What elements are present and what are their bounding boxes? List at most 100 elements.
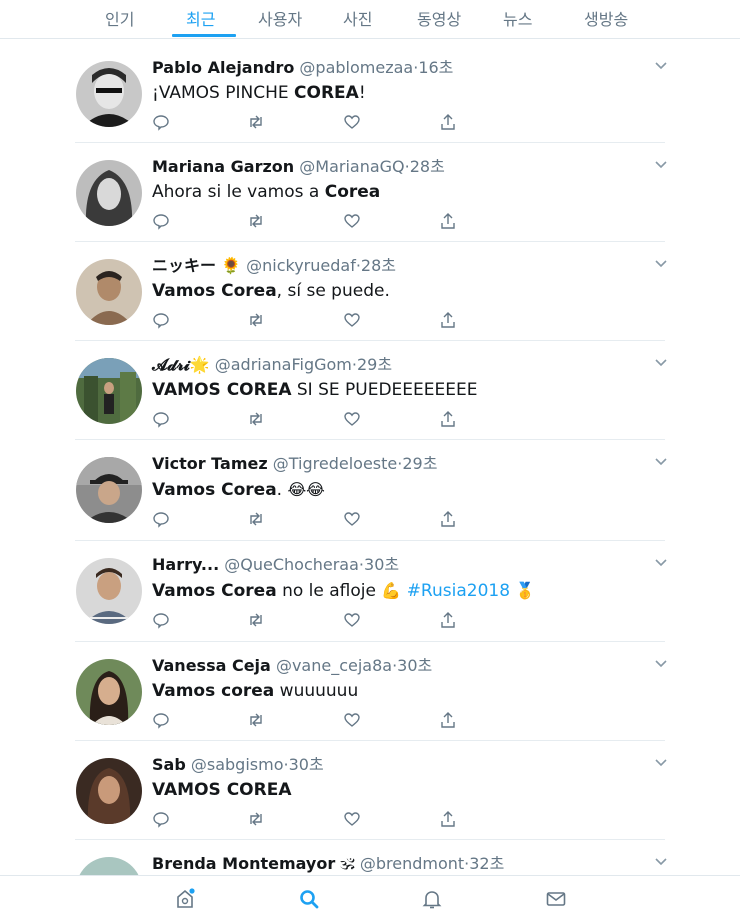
retweet-icon[interactable] (247, 212, 265, 230)
reply-icon[interactable] (152, 311, 170, 329)
reply-icon[interactable] (152, 611, 170, 629)
timestamp[interactable]: 32초 (469, 854, 504, 873)
handle[interactable]: @adrianaFigGom (215, 355, 352, 374)
tweet-text: VAMOS COREA SI SE PUEDEEEEEEEE (152, 380, 478, 400)
tab-news[interactable]: 뉴스 (503, 6, 532, 30)
display-name[interactable]: Victor Tamez (152, 454, 268, 473)
chevron-down-icon[interactable] (654, 456, 668, 466)
messages-envelope-icon[interactable] (544, 887, 568, 911)
handle[interactable]: @QueChocheraa (224, 555, 359, 574)
like-heart-icon[interactable] (343, 510, 361, 528)
like-heart-icon[interactable] (343, 212, 361, 230)
tweet[interactable]: Pablo Alejandro @pablomezaa·16초 ¡VAMOS P… (0, 44, 740, 143)
display-name[interactable]: Harry... (152, 555, 219, 574)
reply-icon[interactable] (152, 810, 170, 828)
glowing-star-emoji: 🌟 (189, 355, 210, 374)
chevron-down-icon[interactable] (654, 159, 668, 169)
tab-people[interactable]: 사용자 (258, 6, 302, 30)
reply-icon[interactable] (152, 711, 170, 729)
reply-icon[interactable] (152, 113, 170, 131)
tweet-actions (0, 311, 740, 331)
chevron-down-icon[interactable] (654, 658, 668, 668)
display-name[interactable]: ニッキー (152, 256, 216, 275)
tweet[interactable]: Mariana Garzon @MarianaGQ·28초 Ahora si l… (0, 143, 740, 242)
timestamp[interactable]: 28초 (410, 157, 445, 176)
display-name[interactable]: Brenda Montemayor (152, 854, 335, 873)
chevron-down-icon[interactable] (654, 357, 668, 367)
chevron-down-icon[interactable] (654, 757, 668, 767)
reply-icon[interactable] (152, 410, 170, 428)
retweet-icon[interactable] (247, 113, 265, 131)
like-heart-icon[interactable] (343, 810, 361, 828)
share-icon[interactable] (439, 611, 457, 629)
flexed-biceps-emoji: 💪 (381, 581, 402, 600)
share-icon[interactable] (439, 113, 457, 131)
like-heart-icon[interactable] (343, 113, 361, 131)
chevron-down-icon[interactable] (654, 60, 668, 70)
share-icon[interactable] (439, 711, 457, 729)
timestamp[interactable]: 30초 (397, 656, 432, 675)
retweet-icon[interactable] (247, 510, 265, 528)
display-name[interactable]: Vanessa Ceja (152, 656, 271, 675)
home-icon[interactable] (173, 887, 197, 911)
retweet-icon[interactable] (247, 611, 265, 629)
tab-popular[interactable]: 인기 (105, 6, 134, 30)
like-heart-icon[interactable] (343, 410, 361, 428)
reply-icon[interactable] (152, 212, 170, 230)
handle[interactable]: @sabgismo (191, 755, 284, 774)
like-heart-icon[interactable] (343, 311, 361, 329)
retweet-icon[interactable] (247, 311, 265, 329)
timestamp[interactable]: 29초 (357, 355, 392, 374)
notifications-bell-icon[interactable] (420, 887, 444, 911)
timestamp[interactable]: 29초 (402, 454, 437, 473)
tweet-header: Mariana Garzon @MarianaGQ·28초 (152, 157, 445, 177)
handle[interactable]: @nickyruedaf (246, 256, 356, 275)
tweet[interactable]: Vanessa Ceja @vane_ceja8a·30초 Vamos core… (0, 642, 740, 741)
tweet[interactable]: Harry... @QueChocheraa·30초 Vamos Corea n… (0, 541, 740, 642)
tab-videos[interactable]: 동영상 (417, 6, 461, 30)
chevron-down-icon[interactable] (654, 557, 668, 567)
display-name[interactable]: 𝓐𝓭𝓻𝓲 (152, 355, 190, 374)
tweet[interactable]: Sab @sabgismo·30초 VAMOS COREA (0, 741, 740, 840)
timestamp[interactable]: 16초 (418, 58, 453, 77)
tweet-text: Vamos Corea no le afloje 💪 #Rusia2018 🥇 (152, 581, 536, 601)
timestamp[interactable]: 28초 (361, 256, 396, 275)
tweet-text: VAMOS COREA (152, 779, 291, 801)
chevron-down-icon[interactable] (654, 258, 668, 268)
avatar[interactable] (76, 857, 142, 875)
display-name[interactable]: Sab (152, 755, 186, 774)
share-icon[interactable] (439, 311, 457, 329)
retweet-icon[interactable] (247, 810, 265, 828)
handle[interactable]: @vane_ceja8a (276, 656, 392, 675)
reply-icon[interactable] (152, 510, 170, 528)
retweet-icon[interactable] (247, 410, 265, 428)
share-icon[interactable] (439, 510, 457, 528)
tweet[interactable]: 𝓐𝓭𝓻𝓲🌟 @adrianaFigGom·29초 VAMOS COREA SI … (0, 341, 740, 440)
handle[interactable]: @pablomezaa (299, 58, 413, 77)
timestamp[interactable]: 30초 (364, 555, 399, 574)
tweet[interactable]: Brenda Montemayor 🕉 @brendmont·32초 (0, 840, 740, 875)
tweet-header: Vanessa Ceja @vane_ceja8a·30초 (152, 656, 432, 676)
tweet[interactable]: ニッキー 🌻 @nickyruedaf·28초 Vamos Corea, sí … (0, 242, 740, 341)
display-name[interactable]: Mariana Garzon (152, 157, 294, 176)
hashtag-link[interactable]: #Rusia2018 (407, 581, 510, 601)
display-name[interactable]: Pablo Alejandro (152, 58, 294, 77)
share-icon[interactable] (439, 410, 457, 428)
retweet-icon[interactable] (247, 711, 265, 729)
tab-photos[interactable]: 사진 (343, 6, 372, 30)
handle[interactable]: @brendmont (360, 854, 464, 873)
highlighted-keyword: VAMOS COREA (152, 380, 292, 400)
chevron-down-icon[interactable] (654, 856, 668, 866)
share-icon[interactable] (439, 212, 457, 230)
highlighted-keyword: Vamos Corea (152, 281, 277, 301)
timestamp[interactable]: 30초 (289, 755, 324, 774)
search-icon[interactable] (297, 887, 321, 911)
tab-latest[interactable]: 최근 (186, 6, 215, 30)
tweet[interactable]: Victor Tamez @Tigredeloeste·29초 Vamos Co… (0, 440, 740, 541)
like-heart-icon[interactable] (343, 611, 361, 629)
tab-broadcasts[interactable]: 생방송 (584, 6, 628, 30)
share-icon[interactable] (439, 810, 457, 828)
like-heart-icon[interactable] (343, 711, 361, 729)
handle[interactable]: @MarianaGQ (299, 157, 404, 176)
handle[interactable]: @Tigredeloeste (273, 454, 397, 473)
